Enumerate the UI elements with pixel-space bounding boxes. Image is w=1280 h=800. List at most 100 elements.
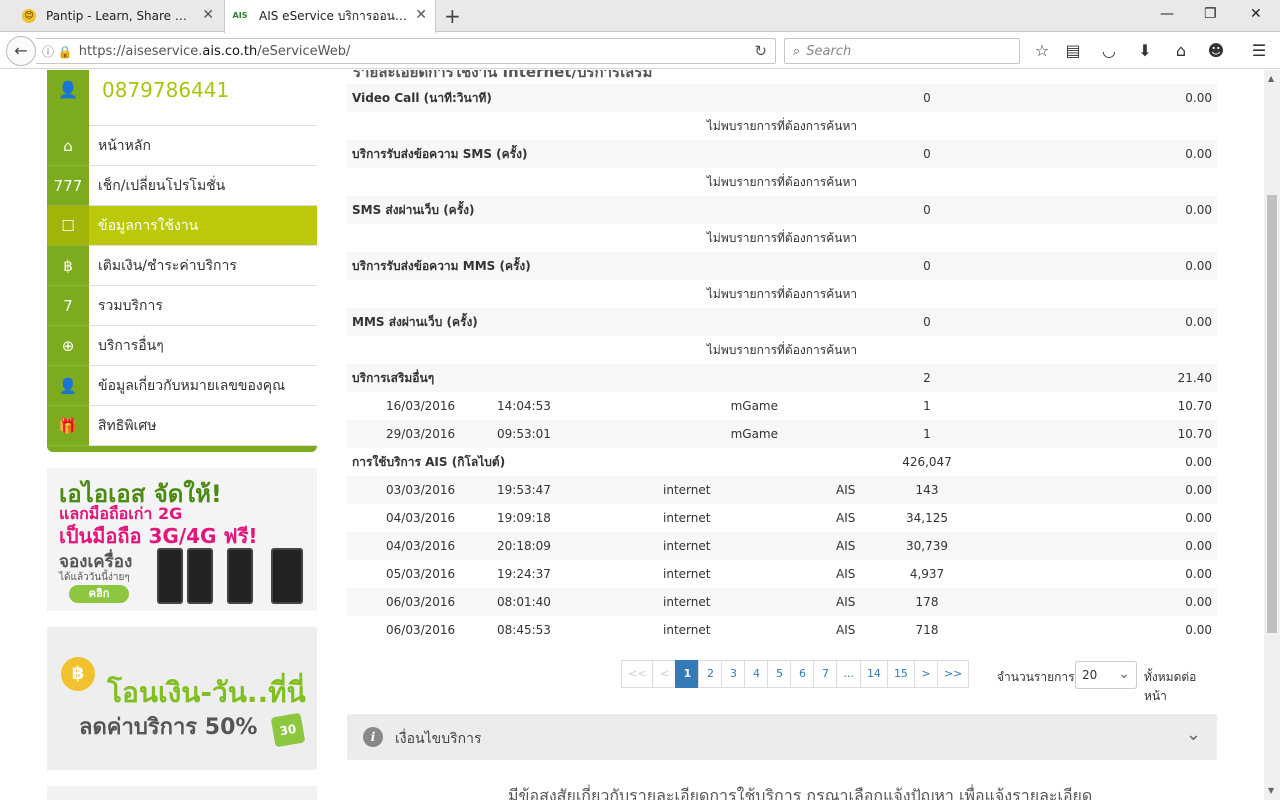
category-amount: 0.00 bbox=[1185, 259, 1212, 273]
per-page-select[interactable]: 20 ⌄ bbox=[1075, 661, 1137, 689]
terms-accordion[interactable]: i เงื่อนไขบริการ ⌄ bbox=[347, 714, 1217, 760]
close-tab-icon[interactable]: ✕ bbox=[202, 7, 214, 23]
reading-list-icon[interactable]: ▤ bbox=[1063, 41, 1083, 60]
category-amount: 21.40 bbox=[1177, 371, 1212, 385]
sidebar-menu: ⌂ หน้าหลัก 777 เช็ก/เปลี่ยนโปรโมชั่น ☐ ข้อม… bbox=[47, 125, 317, 452]
category-count: 0 bbox=[923, 147, 931, 161]
home-icon[interactable]: ⌂ bbox=[1171, 41, 1191, 60]
page-link[interactable]: < bbox=[652, 660, 677, 688]
table-row: 05/03/2016 19:24:37 internet AIS 4,937 0.00 bbox=[347, 560, 1217, 588]
sidebar-item-promotion[interactable]: 777 เช็ก/เปลี่ยนโปรโมชั่น bbox=[47, 165, 317, 206]
promo-banner-transfer[interactable]: ฿ โอนเงิน-วัน..ที่นี่ ลดค่าบริการ 50% 30 bbox=[47, 627, 317, 770]
minimize-icon[interactable]: — bbox=[1160, 6, 1174, 22]
page-link[interactable]: 7 bbox=[813, 660, 838, 688]
usage-icon: ☐ bbox=[47, 205, 89, 246]
row-date: 03/03/2016 bbox=[386, 483, 456, 497]
page-link[interactable]: >> bbox=[936, 660, 970, 688]
row-qty: 143 bbox=[915, 483, 939, 497]
not-found-row: ไม่พบรายการที่ต้องการค้นหา bbox=[347, 280, 1217, 308]
row-time: 19:53:47 bbox=[497, 483, 551, 497]
row-date: 29/03/2016 bbox=[386, 427, 456, 441]
star-icon[interactable]: ☆ bbox=[1032, 41, 1052, 60]
services-icon: 7 bbox=[47, 285, 89, 326]
table-row: 29/03/2016 09:53:01 mGame 1 10.70 bbox=[347, 420, 1217, 448]
search-input[interactable]: ⌕ Search bbox=[784, 38, 1020, 64]
scroll-down-icon[interactable]: ▼ bbox=[1268, 786, 1274, 795]
new-tab-button[interactable]: + bbox=[444, 4, 461, 28]
page-link[interactable]: << bbox=[621, 660, 654, 688]
gift-icon: 🎁 bbox=[47, 405, 89, 446]
promo-banner-3g4g[interactable]: เอไอเอส จัดให้! แลกมือถือเก่า 2G เป็นมือ… bbox=[47, 468, 317, 611]
category-name: Video Call (นาที:วินาที) bbox=[352, 90, 492, 105]
row-network: AIS bbox=[836, 511, 856, 525]
sidebar-item-label: ข้อมูลการใช้งาน bbox=[98, 217, 199, 234]
window-close-icon[interactable]: ✕ bbox=[1250, 6, 1262, 22]
url-bar[interactable]: ⓘ 🔒 https://aiseservice.ais.co.th/eServi… bbox=[36, 38, 776, 64]
scrollbar-thumb[interactable] bbox=[1267, 195, 1277, 633]
download-icon[interactable]: ⬇ bbox=[1135, 41, 1155, 60]
page-link[interactable]: 3 bbox=[721, 660, 746, 688]
row-type: mGame bbox=[730, 399, 778, 413]
category-amount: 0.00 bbox=[1185, 203, 1212, 217]
page-link[interactable]: 4 bbox=[744, 660, 769, 688]
banner-click-button[interactable]: คลิก bbox=[69, 585, 129, 603]
category-name: บริการเสริมอื่นๆ bbox=[352, 370, 435, 385]
category-row: MMS ส่งผ่านเว็บ (ครั้ง) 0 0.00 bbox=[347, 308, 1217, 336]
per-page-suffix: ทั้งหมดต่อหน้า bbox=[1144, 670, 1197, 703]
page-scrollbar[interactable]: ▲ ▼ bbox=[1264, 70, 1280, 800]
row-network: AIS bbox=[836, 539, 856, 553]
table-row: 03/03/2016 19:53:47 internet AIS 143 0.00 bbox=[347, 476, 1217, 504]
reload-icon[interactable]: ↻ bbox=[754, 42, 767, 60]
not-found-row: ไม่พบรายการที่ต้องการค้นหา bbox=[347, 336, 1217, 364]
ais-favicon-icon: AIS bbox=[232, 11, 248, 20]
sidebar-item-all-services[interactable]: 7 รวมบริการ bbox=[47, 285, 317, 326]
category-count: 0 bbox=[923, 91, 931, 105]
sidebar-item-home[interactable]: ⌂ หน้าหลัก bbox=[47, 125, 317, 166]
scroll-up-icon[interactable]: ▲ bbox=[1268, 74, 1274, 83]
phone-image bbox=[227, 548, 253, 604]
row-time: 08:45:53 bbox=[497, 623, 551, 637]
section-title: รายละเอียดการใช้งาน Internet/บริการเสริม bbox=[353, 70, 653, 81]
row-type: internet AIS bbox=[663, 476, 867, 504]
site-info-icon[interactable]: ⓘ 🔒 bbox=[42, 43, 73, 60]
sidebar-item-privileges[interactable]: 🎁 สิทธิพิเศษ bbox=[47, 405, 317, 446]
category-count: 0 bbox=[923, 315, 931, 329]
page-link[interactable]: 2 bbox=[698, 660, 723, 688]
category-name: SMS ส่งผ่านเว็บ (ครั้ง) bbox=[352, 202, 475, 217]
footer-note: มีข้อสงสัยเกี่ยวกับรายละเอียดการใช้บริกา… bbox=[508, 786, 1093, 800]
row-time: 08:01:40 bbox=[497, 595, 551, 609]
row-type-text: internet bbox=[663, 539, 711, 553]
page-link[interactable]: > bbox=[913, 660, 938, 688]
back-button[interactable]: ← bbox=[6, 36, 36, 66]
page-link[interactable]: 1 bbox=[675, 660, 700, 688]
promo-banner-partial[interactable] bbox=[47, 786, 317, 800]
tab-pantip[interactable]: 😊 Pantip - Learn, Share & Fun ✕ bbox=[12, 0, 222, 32]
sidebar-item-label: เติมเงิน/ชำระค่าบริการ bbox=[98, 257, 237, 274]
page-link[interactable]: 5 bbox=[767, 660, 792, 688]
close-tab-icon[interactable]: ✕ bbox=[415, 7, 427, 23]
row-amount: 10.70 bbox=[1177, 427, 1212, 441]
sidebar-item-label: เช็ก/เปลี่ยนโปรโมชั่น bbox=[98, 177, 226, 194]
sidebar-item-usage[interactable]: ☐ ข้อมูลการใช้งาน bbox=[47, 205, 317, 246]
page-link[interactable]: 6 bbox=[790, 660, 815, 688]
category-name: การใช้บริการ AIS (กิโลไบต์) bbox=[352, 454, 506, 469]
page-link[interactable]: 15 bbox=[886, 660, 915, 688]
banner-badge: 30 bbox=[270, 712, 306, 748]
row-date: 04/03/2016 bbox=[386, 511, 456, 525]
category-row: บริการรับส่งข้อความ SMS (ครั้ง) 0 0.00 bbox=[347, 140, 1217, 168]
smiley-icon[interactable]: ☻ bbox=[1206, 41, 1226, 60]
sidebar-item-other-services[interactable]: ⊕ บริการอื่นๆ bbox=[47, 325, 317, 366]
row-type: internet AIS bbox=[663, 616, 867, 644]
row-time: 19:09:18 bbox=[497, 511, 551, 525]
tab-ais-eservice[interactable]: AIS AIS eService บริการออนไลน์... ✕ bbox=[224, 0, 436, 33]
page-link[interactable]: 14 bbox=[859, 660, 888, 688]
row-time: 20:18:09 bbox=[497, 539, 551, 553]
sidebar-item-label: ข้อมูลเกี่ยวกับหมายเลขของคุณ bbox=[98, 377, 286, 394]
row-type: internet AIS bbox=[663, 504, 867, 532]
sidebar-item-topup[interactable]: ฿ เติมเงิน/ชำระค่าบริการ bbox=[47, 245, 317, 286]
sidebar-item-number-info[interactable]: 👤 ข้อมูลเกี่ยวกับหมายเลขของคุณ bbox=[47, 365, 317, 406]
page-link[interactable]: ... bbox=[836, 660, 861, 688]
restore-icon[interactable]: ❐ bbox=[1204, 6, 1217, 22]
pocket-icon[interactable]: ◡ bbox=[1099, 41, 1119, 60]
hamburger-menu-icon[interactable]: ☰ bbox=[1249, 41, 1269, 60]
